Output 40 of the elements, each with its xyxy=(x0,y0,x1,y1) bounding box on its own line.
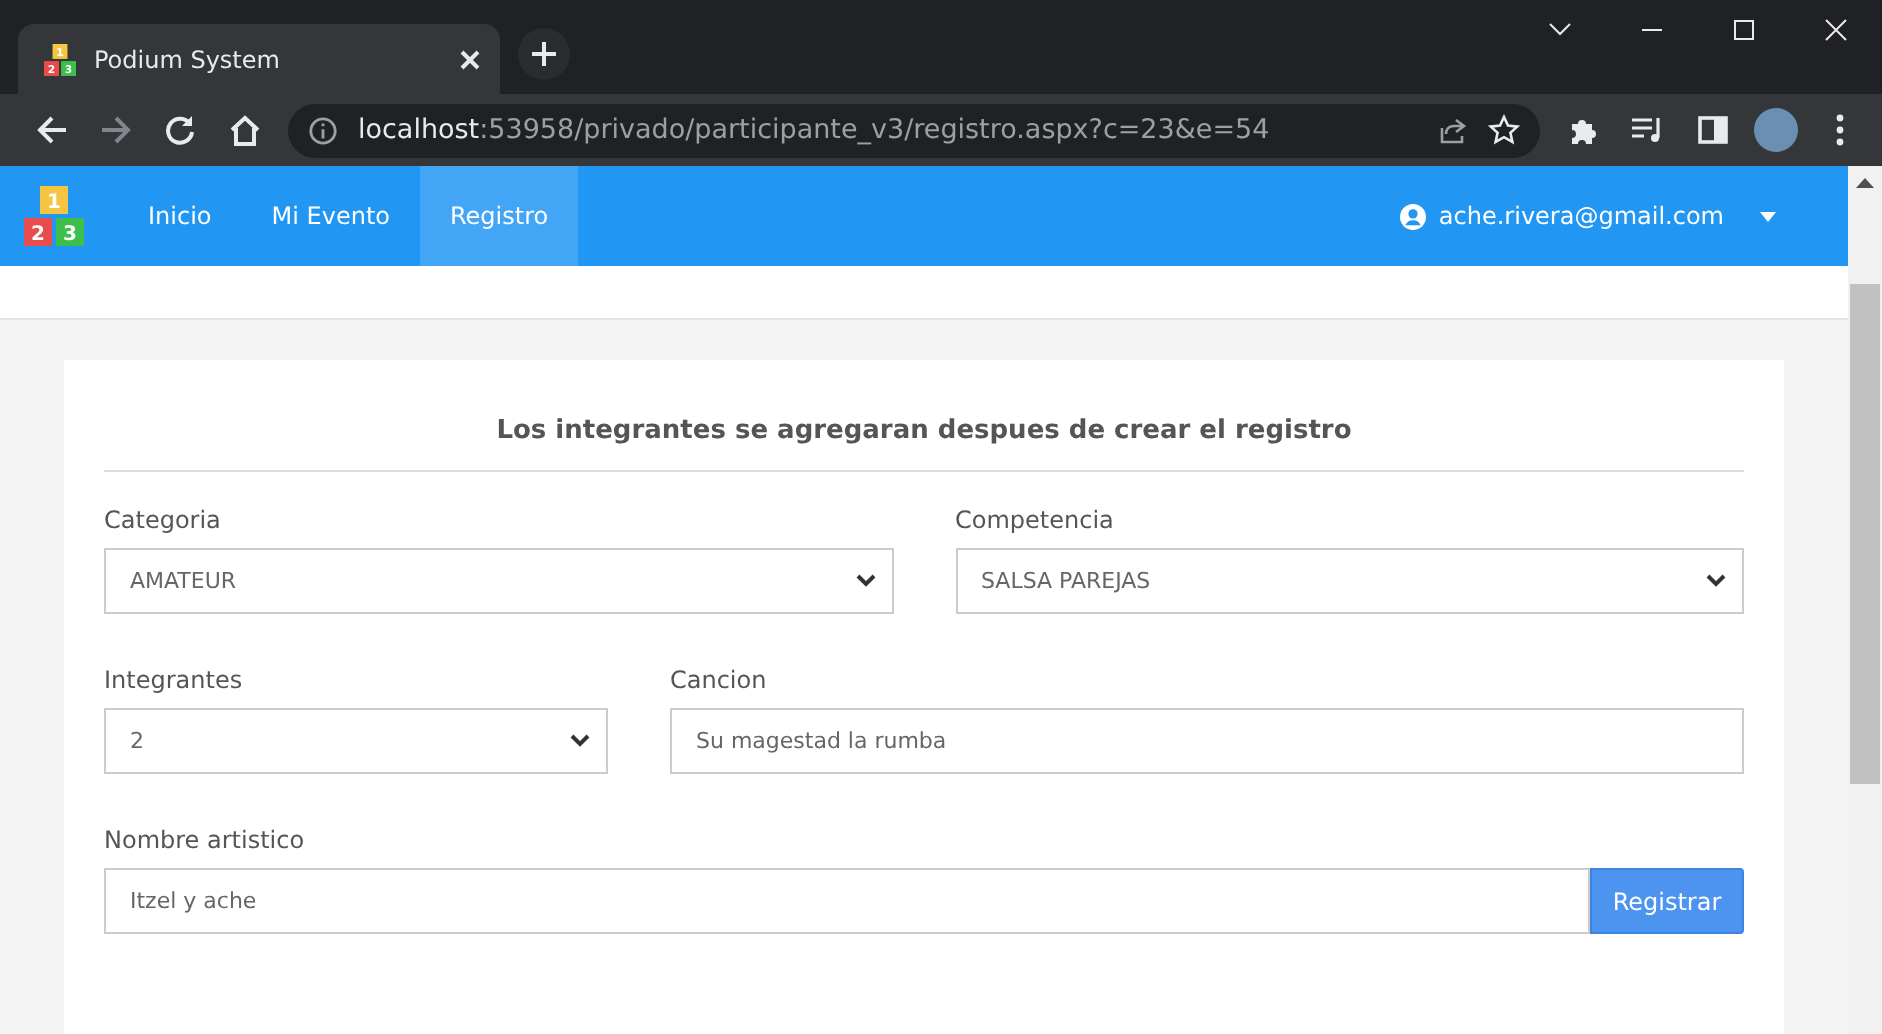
chevron-down-icon xyxy=(570,734,590,748)
chevron-down-icon xyxy=(855,574,875,588)
puzzle-piece-icon[interactable] xyxy=(1568,114,1600,146)
field-label: Integrantes xyxy=(104,666,243,694)
register-button[interactable]: Registrar xyxy=(1590,868,1744,934)
reload-icon[interactable] xyxy=(164,114,196,146)
user-menu-link[interactable]: ache.rivera@gmail.com xyxy=(1438,202,1736,230)
more-menu-icon[interactable] xyxy=(1836,114,1844,146)
dropdown-select[interactable]: AMATEUR xyxy=(104,548,893,614)
scrollbar-thumb[interactable] xyxy=(1850,284,1880,784)
back-arrow-icon[interactable] xyxy=(36,114,68,146)
home-icon[interactable] xyxy=(227,114,261,146)
nav-link[interactable]: Inicio xyxy=(118,166,242,266)
share-icon[interactable] xyxy=(1436,114,1468,146)
info-icon xyxy=(308,115,338,145)
plus-icon xyxy=(530,40,558,68)
text-field[interactable]: Itzel y ache xyxy=(104,868,1590,934)
field-label: Categoria xyxy=(104,506,221,534)
star-icon[interactable] xyxy=(1488,114,1520,146)
chevron-down-icon xyxy=(1706,574,1726,588)
dropdown-select[interactable]: SALSA PAREJAS xyxy=(955,548,1744,614)
field-label: Nombre artistico xyxy=(104,826,305,854)
field-label: Cancion xyxy=(670,666,767,694)
scroll-up-icon[interactable] xyxy=(1856,178,1874,188)
side-panel-icon[interactable] xyxy=(1697,116,1727,144)
field-label: Competencia xyxy=(955,506,1114,534)
caret-icon[interactable] xyxy=(1760,211,1776,221)
dropdown-select[interactable]: 2 xyxy=(104,708,608,774)
forward-arrow-icon[interactable] xyxy=(100,114,132,146)
new-tab-button[interactable] xyxy=(518,28,570,80)
url-text: localhost:53958/privado/participante_v3/registro.aspx?c=23&e=54 xyxy=(358,114,1272,146)
close-icon[interactable] xyxy=(460,49,480,69)
text-field[interactable]: Su magestad la rumba xyxy=(670,708,1744,774)
user-icon xyxy=(1400,203,1427,229)
media-list-icon[interactable] xyxy=(1630,116,1666,144)
profile-avatar[interactable] xyxy=(1754,108,1798,152)
nav-link[interactable]: Mi Evento xyxy=(241,166,420,266)
address-bar[interactable]: localhost:53958/privado/participante_v3/registro.aspx?c=23&e=54 xyxy=(288,103,1540,157)
tab-title: Podium System xyxy=(94,45,282,73)
form-heading: Los integrantes se agregaran despues de crear el registro xyxy=(104,416,1744,472)
